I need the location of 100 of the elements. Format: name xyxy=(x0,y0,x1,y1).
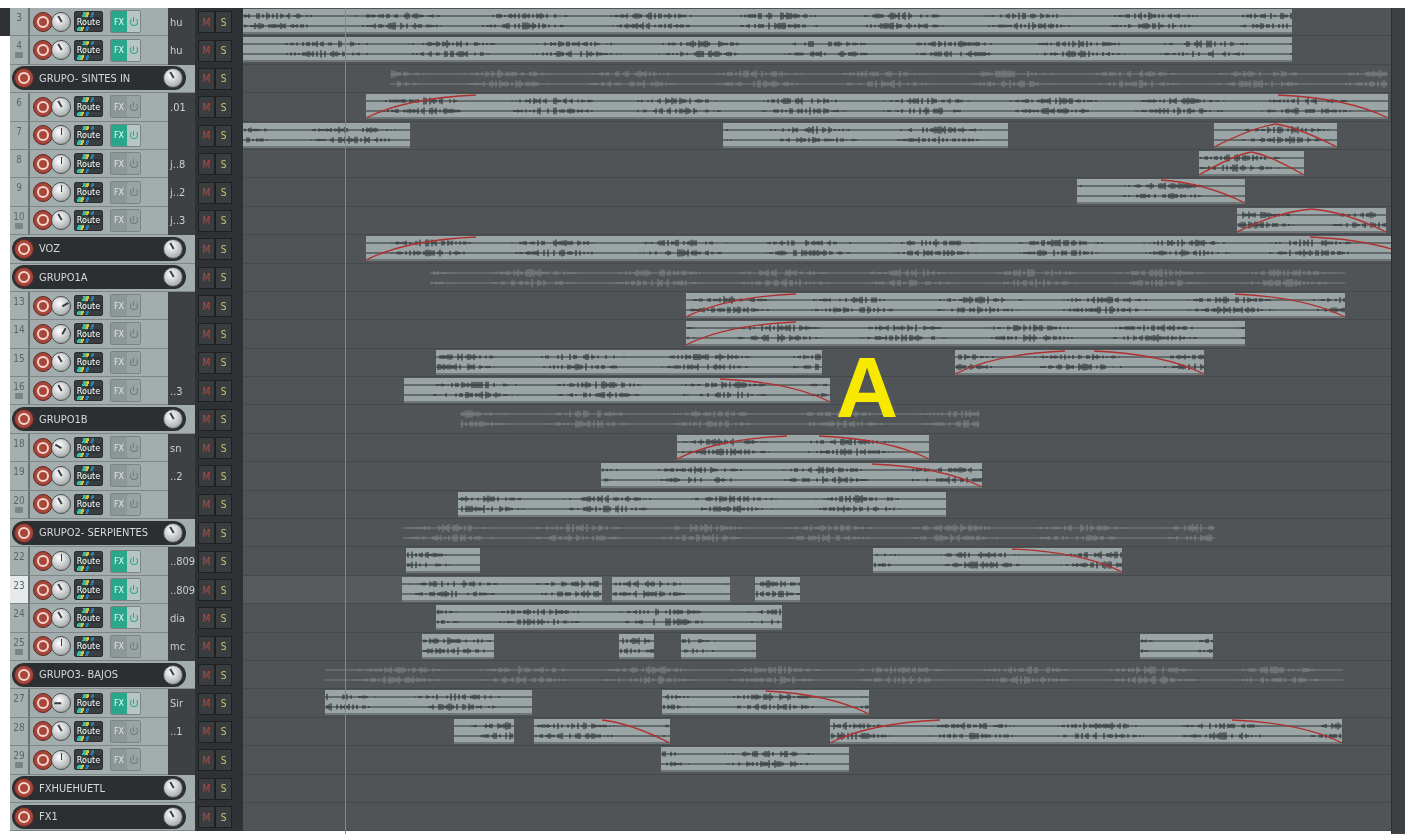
solo-button[interactable]: S xyxy=(215,408,232,431)
volume-knob[interactable] xyxy=(51,125,71,146)
track-name-field[interactable]: j..8 xyxy=(168,149,195,179)
route-button[interactable]: Route xyxy=(74,96,103,118)
track-name-field[interactable]: j..2 xyxy=(168,178,195,207)
audio-clip[interactable] xyxy=(1199,150,1304,176)
volume-knob[interactable] xyxy=(163,409,183,430)
solo-button[interactable]: S xyxy=(215,493,232,516)
audio-clip[interactable] xyxy=(243,9,1292,34)
power-icon[interactable] xyxy=(127,124,140,146)
track-name-field[interactable]: hu xyxy=(168,36,195,65)
folder-track-bar[interactable]: GRUPO3- BAJOS xyxy=(12,662,186,687)
audio-clip[interactable] xyxy=(619,633,654,659)
route-button[interactable]: Route xyxy=(74,720,103,742)
audio-clip[interactable] xyxy=(1214,122,1337,148)
volume-knob[interactable] xyxy=(51,352,71,373)
record-arm-button[interactable] xyxy=(33,352,53,373)
audio-clip[interactable] xyxy=(601,463,982,489)
solo-button[interactable]: S xyxy=(215,39,232,62)
solo-button[interactable]: S xyxy=(215,720,232,743)
audio-clip[interactable] xyxy=(686,321,1245,347)
record-arm-button[interactable] xyxy=(14,238,34,259)
record-arm-button[interactable] xyxy=(14,806,34,827)
audio-clip[interactable] xyxy=(661,747,849,773)
solo-button[interactable]: S xyxy=(215,351,232,374)
audio-clip[interactable] xyxy=(723,122,1008,148)
track-name-field[interactable]: dia xyxy=(168,604,195,633)
route-button[interactable]: Route xyxy=(74,437,103,459)
route-button[interactable]: Route xyxy=(74,181,103,203)
record-arm-button[interactable] xyxy=(33,182,53,203)
volume-knob[interactable] xyxy=(163,68,183,89)
volume-knob[interactable] xyxy=(163,806,183,827)
volume-knob[interactable] xyxy=(51,437,71,458)
volume-knob[interactable] xyxy=(163,664,183,685)
audio-clip[interactable] xyxy=(681,633,756,659)
volume-knob[interactable] xyxy=(51,210,71,231)
solo-button[interactable]: S xyxy=(215,522,232,545)
route-button[interactable]: Route xyxy=(74,579,103,600)
audio-clip[interactable] xyxy=(402,576,602,602)
volume-knob[interactable] xyxy=(163,778,183,799)
record-arm-button[interactable] xyxy=(33,579,53,600)
route-button[interactable]: Route xyxy=(74,465,103,487)
record-arm-button[interactable] xyxy=(33,437,53,458)
power-icon[interactable] xyxy=(127,607,140,629)
solo-button[interactable]: S xyxy=(215,635,232,658)
route-button[interactable]: Route xyxy=(74,153,103,175)
route-button[interactable]: Route xyxy=(74,635,103,657)
volume-knob[interactable] xyxy=(163,267,183,288)
record-arm-button[interactable] xyxy=(33,40,53,61)
audio-clip[interactable] xyxy=(325,690,532,716)
solo-button[interactable]: S xyxy=(215,266,232,289)
power-icon[interactable] xyxy=(127,11,140,33)
volume-knob[interactable] xyxy=(51,465,71,486)
volume-knob[interactable] xyxy=(51,693,71,714)
record-arm-button[interactable] xyxy=(33,749,53,770)
solo-button[interactable]: S xyxy=(215,380,232,403)
record-arm-button[interactable] xyxy=(33,494,53,515)
power-icon[interactable] xyxy=(127,39,140,61)
record-arm-button[interactable] xyxy=(33,210,53,231)
solo-button[interactable]: S xyxy=(215,67,232,90)
track-name-field[interactable]: mc xyxy=(168,632,195,661)
route-button[interactable]: Route xyxy=(74,11,103,33)
volume-knob[interactable] xyxy=(51,579,71,600)
route-button[interactable]: Route xyxy=(74,607,103,629)
solo-button[interactable]: S xyxy=(215,806,232,829)
audio-clip[interactable] xyxy=(955,349,1204,375)
volume-knob[interactable] xyxy=(163,238,183,259)
solo-button[interactable]: S xyxy=(215,11,232,34)
solo-button[interactable]: S xyxy=(215,777,232,800)
audio-clip[interactable] xyxy=(243,37,1292,63)
record-arm-button[interactable] xyxy=(33,693,53,714)
power-icon[interactable] xyxy=(127,692,140,714)
solo-button[interactable]: S xyxy=(215,124,232,147)
audio-clip[interactable] xyxy=(686,292,1345,318)
folder-track-bar[interactable]: GRUPO- SINTES IN xyxy=(12,66,186,91)
record-arm-button[interactable] xyxy=(33,11,53,32)
volume-knob[interactable] xyxy=(51,380,71,401)
solo-button[interactable]: S xyxy=(215,692,232,715)
record-arm-button[interactable] xyxy=(14,267,34,288)
solo-button[interactable]: S xyxy=(215,153,232,176)
audio-clip[interactable] xyxy=(662,690,869,716)
solo-button[interactable]: S xyxy=(215,465,232,488)
audio-clip[interactable] xyxy=(612,576,730,602)
volume-knob[interactable] xyxy=(51,182,71,203)
track-number[interactable]: 23 xyxy=(10,575,30,605)
record-arm-button[interactable] xyxy=(33,295,53,316)
audio-clip[interactable] xyxy=(454,718,514,744)
folder-track-bar[interactable]: GRUPO1A xyxy=(12,265,186,290)
folder-track-bar[interactable]: FX1 xyxy=(12,804,186,829)
audio-clip[interactable] xyxy=(406,548,480,574)
record-arm-button[interactable] xyxy=(14,409,34,430)
route-button[interactable]: Route xyxy=(74,692,103,714)
audio-clip[interactable] xyxy=(404,378,830,404)
route-button[interactable]: Route xyxy=(74,295,103,317)
track-name-field[interactable]: ..2 xyxy=(168,462,195,491)
volume-knob[interactable] xyxy=(51,607,71,628)
audio-clip[interactable] xyxy=(677,434,929,460)
solo-button[interactable]: S xyxy=(215,181,232,204)
volume-knob[interactable] xyxy=(51,636,71,657)
audio-clip[interactable] xyxy=(458,491,946,517)
